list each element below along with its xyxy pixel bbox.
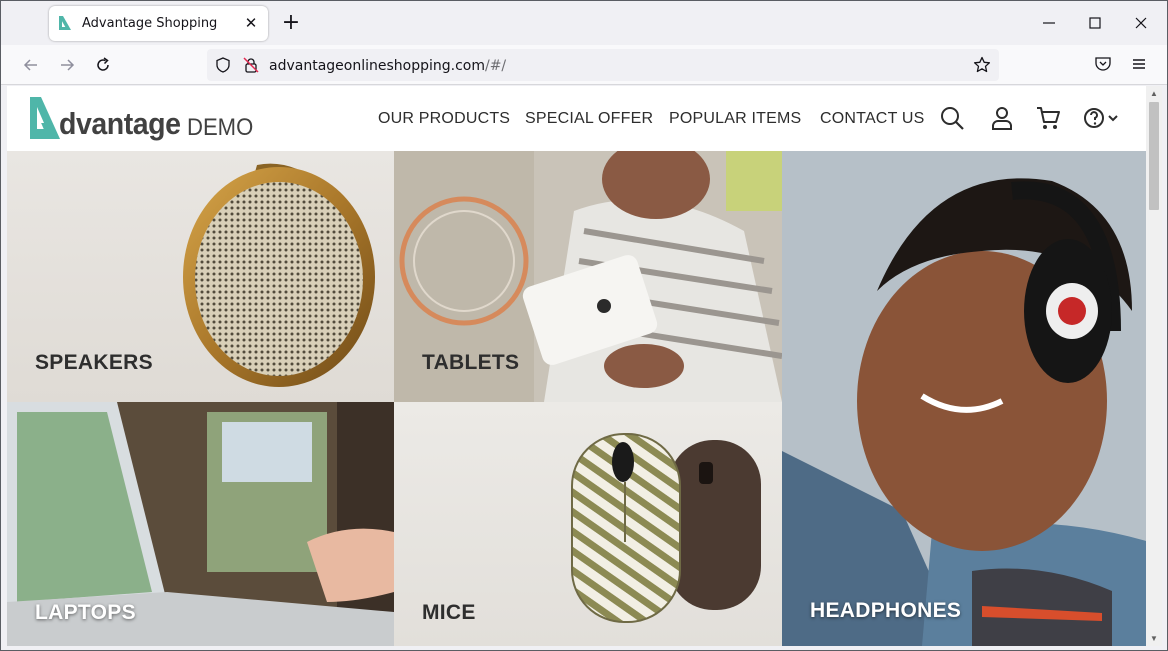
nav-contact-us[interactable]: CONTACT US <box>820 110 925 128</box>
pocket-icon[interactable] <box>1094 55 1112 73</box>
url-host: advantageonlineshopping.com <box>269 58 485 74</box>
help-icon[interactable] <box>1082 105 1122 131</box>
category-label-mice[interactable]: MICE <box>422 601 476 625</box>
nav-popular-items[interactable]: POPULAR ITEMS <box>669 110 801 128</box>
nav-special-offer[interactable]: SPECIAL OFFER <box>525 110 653 128</box>
new-tab-button[interactable]: + <box>281 12 301 34</box>
reload-icon[interactable] <box>93 55 113 75</box>
shield-icon[interactable] <box>215 57 231 73</box>
category-label-headphones[interactable]: HEADPHONES <box>810 599 961 623</box>
scroll-thumb[interactable] <box>1149 102 1159 210</box>
category-tile-speakers[interactable]: SPEAKERS <box>7 151 394 402</box>
url-path: /#/ <box>484 58 507 74</box>
maximize-icon[interactable] <box>1085 13 1105 33</box>
star-icon[interactable] <box>973 56 991 74</box>
advantage-logo-mark[interactable] <box>28 95 62 141</box>
category-label-tablets[interactable]: TABLETS <box>422 351 519 375</box>
forward-arrow-icon[interactable] <box>57 55 77 75</box>
web-page: dvantage DEMO OUR PRODUCTS SPECIAL OFFER… <box>7 86 1146 646</box>
site-favicon-icon <box>59 16 71 30</box>
permissions-icon[interactable] <box>243 57 259 73</box>
tab-strip: Advantage Shopping ✕ + <box>1 1 1167 45</box>
category-tile-mice[interactable]: MICE <box>394 402 782 646</box>
category-tile-tablets[interactable]: TABLETS <box>394 151 782 402</box>
category-tile-headphones[interactable]: HEADPHONES <box>782 151 1146 646</box>
back-arrow-icon[interactable] <box>21 55 41 75</box>
minimize-icon[interactable] <box>1039 13 1059 33</box>
nav-our-products[interactable]: OUR PRODUCTS <box>378 110 510 128</box>
hamburger-menu-icon[interactable] <box>1130 55 1148 73</box>
scroll-up-icon[interactable]: ▲ <box>1150 89 1158 98</box>
headphones-image <box>782 151 1146 646</box>
tab-close-icon[interactable]: ✕ <box>242 14 260 32</box>
chevron-down-icon <box>1108 115 1118 122</box>
browser-window: Advantage Shopping ✕ + advantageonlinesh… <box>0 0 1168 651</box>
user-icon[interactable] <box>989 105 1015 131</box>
close-icon[interactable] <box>1131 13 1151 33</box>
search-icon[interactable] <box>939 105 965 131</box>
browser-tab[interactable]: Advantage Shopping ✕ <box>49 6 268 41</box>
scroll-down-icon[interactable]: ▼ <box>1150 634 1158 643</box>
url-text[interactable]: advantageonlineshopping.com/#/ <box>269 58 506 74</box>
logo-demo-suffix[interactable]: DEMO <box>187 114 253 142</box>
category-label-speakers[interactable]: SPEAKERS <box>35 351 153 375</box>
site-header: dvantage DEMO OUR PRODUCTS SPECIAL OFFER… <box>7 86 1146 151</box>
url-bar[interactable]: advantageonlineshopping.com/#/ <box>207 49 999 81</box>
cart-icon[interactable] <box>1035 105 1061 131</box>
category-tile-laptops[interactable]: LAPTOPS <box>7 402 394 646</box>
navigation-toolbar: advantageonlineshopping.com/#/ <box>1 45 1167 85</box>
logo-wordmark[interactable]: dvantage <box>59 106 181 142</box>
tab-title: Advantage Shopping <box>82 16 218 31</box>
page-scrollbar[interactable]: ▲ ▼ <box>1146 86 1162 646</box>
category-label-laptops[interactable]: LAPTOPS <box>35 601 136 625</box>
